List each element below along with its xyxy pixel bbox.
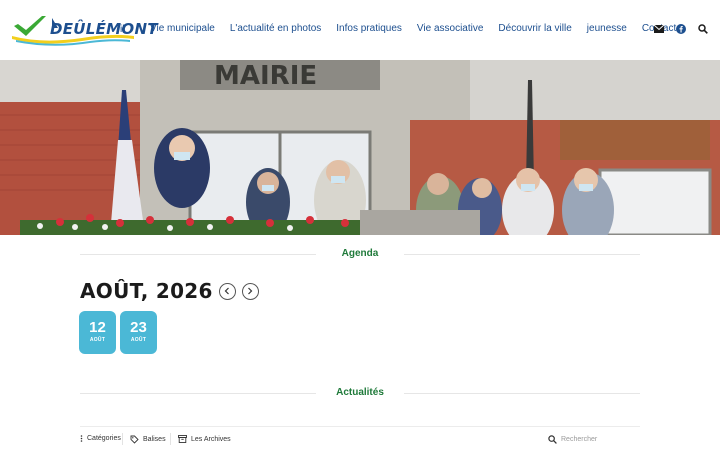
- nav-item-jeunesse[interactable]: jeunesse: [587, 23, 627, 34]
- categories-label: Catégories: [87, 435, 121, 442]
- logo-text: DEÛLÉMONT: [50, 20, 158, 38]
- event-month: AOÛT: [89, 337, 106, 343]
- archives-filter[interactable]: Les Archives: [178, 435, 231, 443]
- tag-icon: [130, 435, 139, 444]
- tags-label: Balises: [143, 436, 166, 443]
- search-icon[interactable]: [697, 23, 708, 34]
- mairie-sign: MAIRIE: [214, 61, 317, 91]
- search-icon: [548, 435, 557, 444]
- event-date-card[interactable]: 12 AOÛT: [79, 311, 116, 354]
- chevron-left-icon: [224, 287, 230, 295]
- envelope-icon[interactable]: [653, 23, 664, 34]
- nav-item-decouvrir-ville[interactable]: Découvrir la ville: [498, 23, 571, 34]
- tags-filter[interactable]: Balises: [130, 435, 166, 444]
- prev-month-button[interactable]: [218, 282, 236, 300]
- archives-label: Les Archives: [191, 435, 231, 443]
- search-input[interactable]: Rechercher: [561, 436, 597, 443]
- agenda-month-header: AOÛT, 2026: [80, 279, 259, 303]
- main-nav: Vie municipale L'actualité en photos Inf…: [150, 23, 676, 34]
- header-icons: [653, 23, 708, 34]
- categories-filter[interactable]: Catégories: [80, 435, 121, 442]
- event-date-card[interactable]: 23 AOÛT: [120, 311, 157, 354]
- event-day: 23: [130, 319, 147, 336]
- archive-icon: [178, 435, 187, 443]
- chevron-right-icon: [248, 287, 253, 295]
- site-logo[interactable]: DEÛLÉMONT il: [12, 14, 158, 46]
- nav-item-actualite-photos[interactable]: L'actualité en photos: [230, 23, 321, 34]
- nav-item-vie-associative[interactable]: Vie associative: [417, 23, 484, 34]
- nav-item-vie-municipale[interactable]: Vie municipale: [150, 23, 215, 34]
- news-section-title: Actualités: [80, 386, 640, 400]
- dots-icon: [80, 435, 83, 442]
- site-header: DEÛLÉMONT il Vie municipale L'actualité …: [0, 0, 720, 60]
- hero-photo: MAIRIE: [0, 60, 720, 235]
- facebook-icon[interactable]: [675, 23, 686, 34]
- separator: [170, 433, 171, 445]
- news-search[interactable]: Rechercher: [548, 435, 640, 444]
- next-month-button[interactable]: [241, 282, 259, 300]
- agenda-section-title: Agenda: [80, 247, 640, 261]
- hero-banner: MAIRIE: [0, 60, 720, 235]
- event-month: AOÛT: [130, 337, 147, 343]
- divider: [404, 254, 640, 255]
- month-title: AOÛT, 2026: [80, 279, 213, 303]
- news-filter-bar: Catégories Balises Les Archives Recherch…: [80, 426, 640, 450]
- nav-item-infos-pratiques[interactable]: Infos pratiques: [336, 23, 402, 34]
- event-day: 12: [89, 319, 106, 336]
- divider: [404, 393, 640, 394]
- separator: [122, 433, 123, 445]
- nav-item-accueil-partial[interactable]: il: [120, 24, 124, 35]
